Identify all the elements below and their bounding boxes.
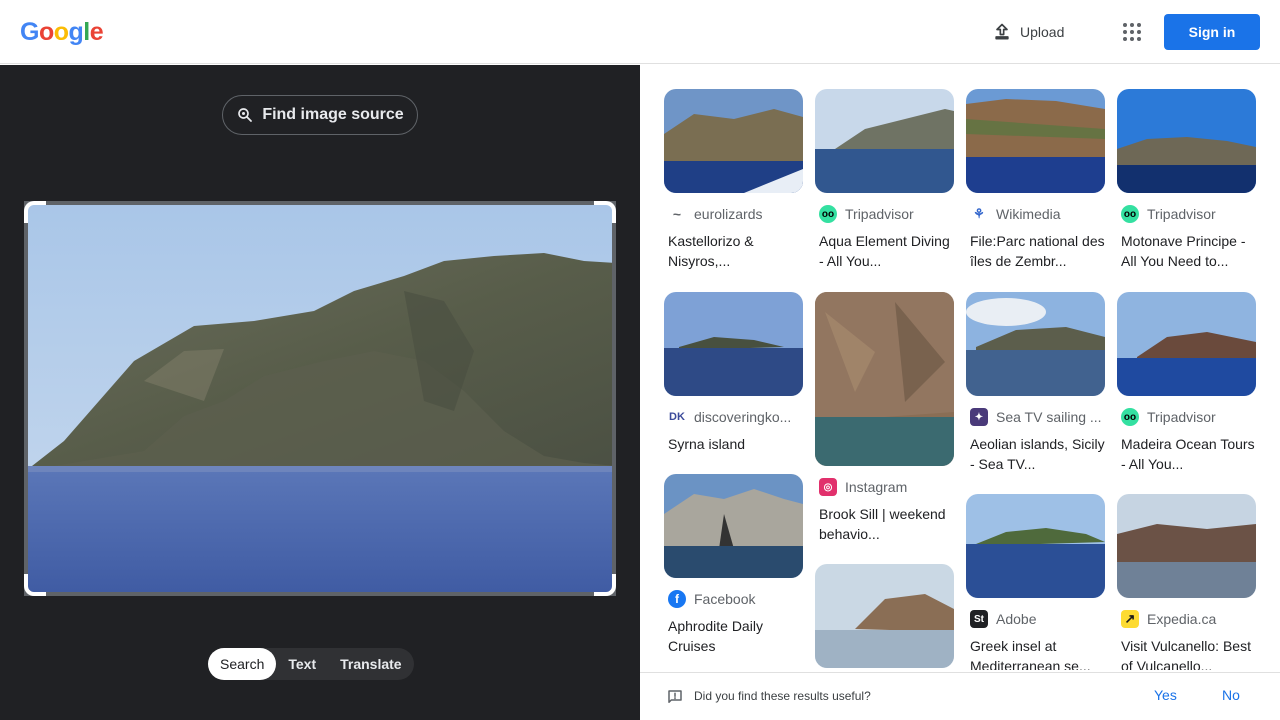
result-title: Aphrodite Daily Cruises (668, 618, 763, 654)
logo-letter-o2: o (53, 18, 69, 46)
upload-icon (995, 23, 1009, 40)
result-source: Sea TV sailing ... (996, 409, 1102, 425)
result-title: Visit Vulcanello: Best of Vulcanello... (1121, 638, 1251, 670)
instagram-icon: ◎ (819, 478, 837, 496)
result-thumbnail (815, 89, 954, 193)
result-card[interactable]: ✦ Sea TV sailing ... Aeolian islands, Sic… (966, 292, 1105, 474)
find-image-source-label: Find image source (262, 106, 404, 123)
logo-letter-e: e (89, 18, 104, 46)
result-card[interactable]: ~ eurolizards Kastellorizo & Nisyros,... (664, 89, 803, 271)
wikimedia-icon: ⚘ (973, 206, 985, 221)
result-card[interactable]: oo Tripadvisor Motonave Principe - All Yo… (1117, 89, 1256, 271)
mode-translate-tab[interactable]: Translate (328, 648, 413, 680)
result-title: Greek insel at Mediterranean se... (970, 638, 1091, 670)
result-title: Syrna island (668, 436, 746, 452)
crop-handle-top-left[interactable] (24, 201, 46, 223)
result-source: Facebook (694, 591, 756, 607)
result-source: Instagram (845, 479, 908, 495)
tripadvisor-icon: oo (1121, 408, 1139, 426)
result-thumbnail (664, 292, 803, 396)
result-card[interactable]: St Adobe Greek insel at Mediterranean se.… (966, 494, 1105, 670)
upload-label: Upload (1020, 24, 1065, 40)
result-thumbnail (664, 474, 803, 578)
crop-handle-bottom-right[interactable] (594, 574, 616, 596)
result-title: File:Parc national des îles de Zembr... (970, 233, 1105, 269)
result-card[interactable]: oo Tripadvisor Aqua Element Diving - All … (815, 89, 954, 271)
lens-search-icon (238, 108, 253, 122)
result-source: Wikimedia (996, 206, 1061, 222)
feedback-yes-button[interactable]: Yes (1154, 687, 1177, 703)
seatv-icon: ✦ (970, 408, 988, 426)
logo-letter-o1: o (38, 18, 54, 46)
visual-matches-grid: ~ eurolizards Kastellorizo & Nisyros,... … (640, 65, 1280, 670)
result-title: Madeira Ocean Tours - All You... (1121, 436, 1255, 472)
google-logo[interactable]: Google (20, 18, 104, 47)
mode-text-tab[interactable]: Text (276, 648, 328, 680)
adobe-stock-icon: St (970, 610, 988, 628)
tripadvisor-icon: oo (819, 205, 837, 223)
logo-letter-g: G (20, 18, 39, 46)
query-image-panel: Find image source Search Text Translate (0, 65, 640, 720)
result-source: Expedia.ca (1147, 611, 1217, 627)
result-title: Motonave Principe - All You Need to... (1121, 233, 1246, 269)
logo-letter-g2: g (68, 18, 84, 46)
result-thumbnail (664, 89, 803, 193)
eurolizards-icon: ~ (672, 206, 682, 222)
result-thumbnail (966, 494, 1105, 598)
sign-in-button[interactable]: Sign in (1164, 14, 1260, 50)
result-thumbnail (966, 292, 1105, 396)
result-source: Tripadvisor (845, 206, 914, 222)
result-card[interactable]: ↗ Expedia.ca Visit Vulcanello: Best of Vu… (1117, 494, 1256, 670)
facebook-icon: f (668, 590, 686, 608)
discoveringkos-icon: DK (669, 411, 685, 423)
upload-button[interactable]: Upload (992, 20, 1064, 44)
mode-switcher: Search Text Translate (208, 648, 414, 680)
result-thumbnail (815, 292, 954, 466)
result-card[interactable]: oo Tripadvisor Madeira Ocean Tours - All … (1117, 292, 1256, 474)
result-card[interactable]: ⚘ Wikimedia File:Parc national des îles d… (966, 89, 1105, 271)
mode-search-tab[interactable]: Search (208, 648, 277, 680)
apps-grid-icon[interactable] (1120, 20, 1144, 44)
query-image (24, 201, 616, 596)
crop-handle-bottom-left[interactable] (24, 574, 46, 596)
result-thumbnail (1117, 292, 1256, 396)
feedback-icon (668, 690, 682, 703)
top-bar: Google Upload Sign in (0, 0, 1280, 64)
result-thumbnail (1117, 89, 1256, 193)
result-source: Tripadvisor (1147, 206, 1216, 222)
result-source: eurolizards (694, 206, 763, 222)
result-thumbnail (966, 89, 1105, 193)
feedback-bar: Did you find these results useful? Yes N… (640, 672, 1280, 720)
result-source: Adobe (996, 611, 1037, 627)
result-title: Brook Sill | weekend behavio... (819, 506, 946, 542)
crop-handle-top-right[interactable] (594, 201, 616, 223)
result-source: Tripadvisor (1147, 409, 1216, 425)
result-thumbnail (1117, 494, 1256, 598)
feedback-question: Did you find these results useful? (694, 689, 871, 703)
result-title: Aqua Element Diving - All You... (819, 233, 950, 269)
result-thumbnail (815, 564, 954, 668)
find-image-source-button[interactable]: Find image source (222, 95, 418, 135)
result-card[interactable] (815, 564, 954, 670)
feedback-no-button[interactable]: No (1222, 687, 1240, 703)
result-title: Kastellorizo & Nisyros,... (668, 233, 754, 269)
expedia-icon: ↗ (1121, 610, 1139, 628)
result-source: discoveringko... (694, 409, 792, 425)
tripadvisor-icon: oo (1121, 205, 1139, 223)
result-card[interactable]: DK discoveringko... Syrna island (664, 292, 803, 454)
result-title: Aeolian islands, Sicily - Sea TV... (970, 436, 1105, 472)
result-card[interactable]: f Facebook Aphrodite Daily Cruises (664, 474, 803, 656)
result-card[interactable]: ◎ Instagram Brook Sill | weekend behavio.… (815, 292, 954, 544)
